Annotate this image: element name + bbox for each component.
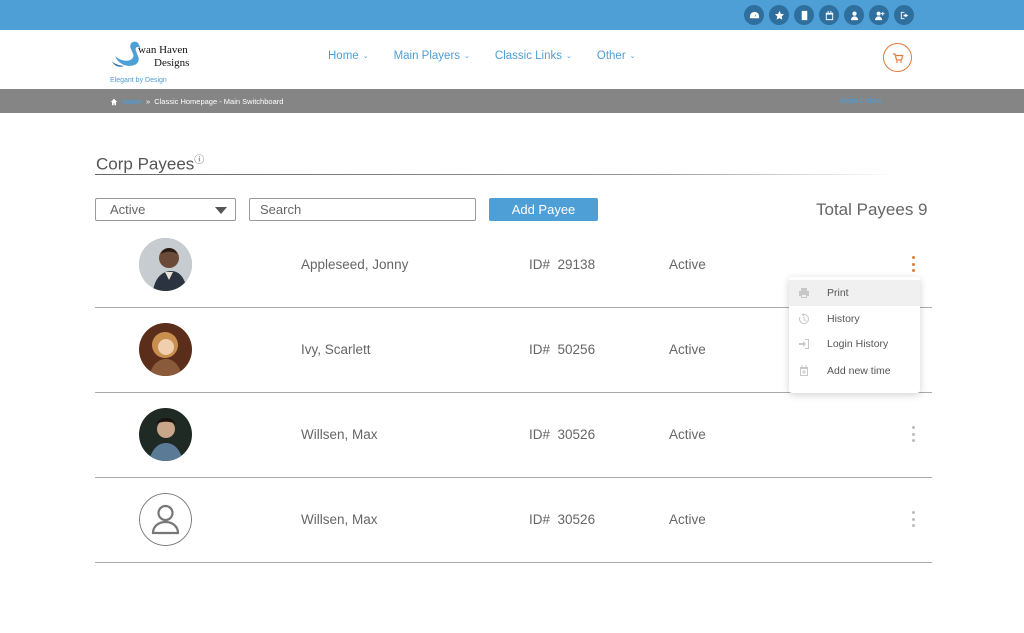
user-icon[interactable] <box>844 5 864 25</box>
status-filter-value: Active <box>110 202 146 217</box>
payee-id: ID# 30526 <box>529 512 595 527</box>
payee-row[interactable]: Willsen, Max ID# 30526 Active <box>95 478 932 563</box>
login-icon <box>797 337 811 351</box>
logo-line-1: wan Haven <box>138 44 188 56</box>
payee-row[interactable]: Willsen, Max ID# 30526 Active <box>95 393 932 478</box>
breadcrumb: Home » Classic Homepage - Main Switchboa… <box>110 97 283 106</box>
document-icon[interactable] <box>794 5 814 25</box>
menu-item-print[interactable]: Print <box>789 280 920 306</box>
nav-home-label: Home <box>328 50 359 62</box>
cart-button[interactable] <box>883 43 912 72</box>
add-user-icon[interactable] <box>869 5 889 25</box>
payee-id-value: 30526 <box>557 512 596 527</box>
payee-id: ID# 50256 <box>529 342 595 357</box>
breadcrumb-bar: Home » Classic Homepage - Main Switchboa… <box>0 89 1024 113</box>
payee-name: Willsen, Max <box>301 427 378 442</box>
logo[interactable]: wan Haven Designs Elegant by Design <box>108 36 218 88</box>
avatar-placeholder <box>139 493 192 546</box>
menu-item-history[interactable]: History <box>789 306 920 332</box>
breadcrumb-current: Classic Homepage - Main Switchboard <box>154 97 284 106</box>
avatar <box>139 238 192 291</box>
page-title-text: Corp Payees <box>96 154 195 174</box>
more-options-icon[interactable] <box>910 256 916 272</box>
status-filter-select[interactable]: Active <box>95 198 236 221</box>
calendar-add-icon <box>797 364 811 378</box>
logout-icon[interactable] <box>894 5 914 25</box>
nav-classic-links-label: Classic Links <box>494 50 563 62</box>
payee-name: Appleseed, Jonny <box>301 257 409 272</box>
breadcrumb-separator: » <box>146 97 151 106</box>
nav-classic-links[interactable]: Classic Links ⌄ <box>495 50 572 62</box>
menu-item-label: Login History <box>827 338 889 350</box>
row-action-menu: Print History Login History Add new time <box>789 277 920 393</box>
payee-id-label: ID# <box>529 427 551 442</box>
nav-other-label: Other <box>596 50 626 62</box>
payee-name: Willsen, Max <box>301 512 378 527</box>
menu-item-label: Print <box>827 287 849 299</box>
info-icon[interactable]: ⓘ <box>194 155 204 166</box>
payee-status: Active <box>669 257 706 272</box>
logo-text: wan Haven Designs <box>138 44 189 70</box>
payee-status: Active <box>669 427 706 442</box>
chevron-down-icon: ⌄ <box>629 53 636 60</box>
payee-id-value: 30526 <box>557 427 596 442</box>
history-icon <box>797 312 811 326</box>
main-nav: Home ⌄ Main Players ⌄ Classic Links ⌄ Other… <box>328 50 636 62</box>
row-divider <box>95 562 932 563</box>
caret-down-icon <box>215 207 227 214</box>
site-header: wan Haven Designs Elegant by Design Home… <box>0 30 1024 89</box>
add-payee-button[interactable]: Add Payee <box>489 198 598 221</box>
home-icon <box>110 98 118 105</box>
print-icon <box>797 286 811 300</box>
avatar <box>139 323 192 376</box>
payee-id-value: 50256 <box>557 342 596 357</box>
payee-id-label: ID# <box>529 257 551 272</box>
menu-item-add-new-time[interactable]: Add new time <box>789 358 920 384</box>
breadcrumb-right-link[interactable]: Mona Clobos <box>840 98 881 105</box>
nav-home[interactable]: Home ⌄ <box>328 50 369 62</box>
chevron-down-icon: ⌄ <box>566 53 572 60</box>
menu-item-label: Add new time <box>827 365 891 377</box>
payee-id-label: ID# <box>529 342 551 357</box>
more-options-icon[interactable] <box>910 511 916 527</box>
page-title: Corp Payeesⓘ <box>96 151 204 175</box>
nav-main-players-label: Main Players <box>393 50 461 62</box>
payee-status: Active <box>669 512 706 527</box>
top-bar-icons <box>744 5 914 25</box>
total-payees-label: Total Payees 9 <box>816 200 928 219</box>
chevron-down-icon: ⌄ <box>464 53 470 60</box>
payee-id-label: ID# <box>529 512 551 527</box>
payee-status: Active <box>669 342 706 357</box>
chevron-down-icon: ⌄ <box>362 53 369 60</box>
payee-name: Ivy, Scarlett <box>301 342 371 357</box>
top-bar <box>0 0 1024 30</box>
search-input[interactable] <box>249 198 476 221</box>
logo-line-2: Designs <box>154 57 190 69</box>
breadcrumb-home-link[interactable]: Home <box>122 97 142 106</box>
payee-id-value: 29138 <box>557 257 596 272</box>
calendar-icon[interactable] <box>819 5 839 25</box>
menu-item-login-history[interactable]: Login History <box>789 331 920 357</box>
title-divider <box>95 174 895 175</box>
star-icon[interactable] <box>769 5 789 25</box>
nav-other[interactable]: Other ⌄ <box>597 50 636 62</box>
avatar <box>139 408 192 461</box>
payee-id: ID# 29138 <box>529 257 595 272</box>
more-options-icon[interactable] <box>910 426 916 442</box>
nav-main-players[interactable]: Main Players ⌄ <box>394 50 470 62</box>
dashboard-icon[interactable] <box>744 5 764 25</box>
payee-id: ID# 30526 <box>529 427 595 442</box>
logo-tagline: Elegant by Design <box>110 77 167 84</box>
menu-item-label: History <box>827 313 860 325</box>
cart-icon <box>892 52 903 63</box>
